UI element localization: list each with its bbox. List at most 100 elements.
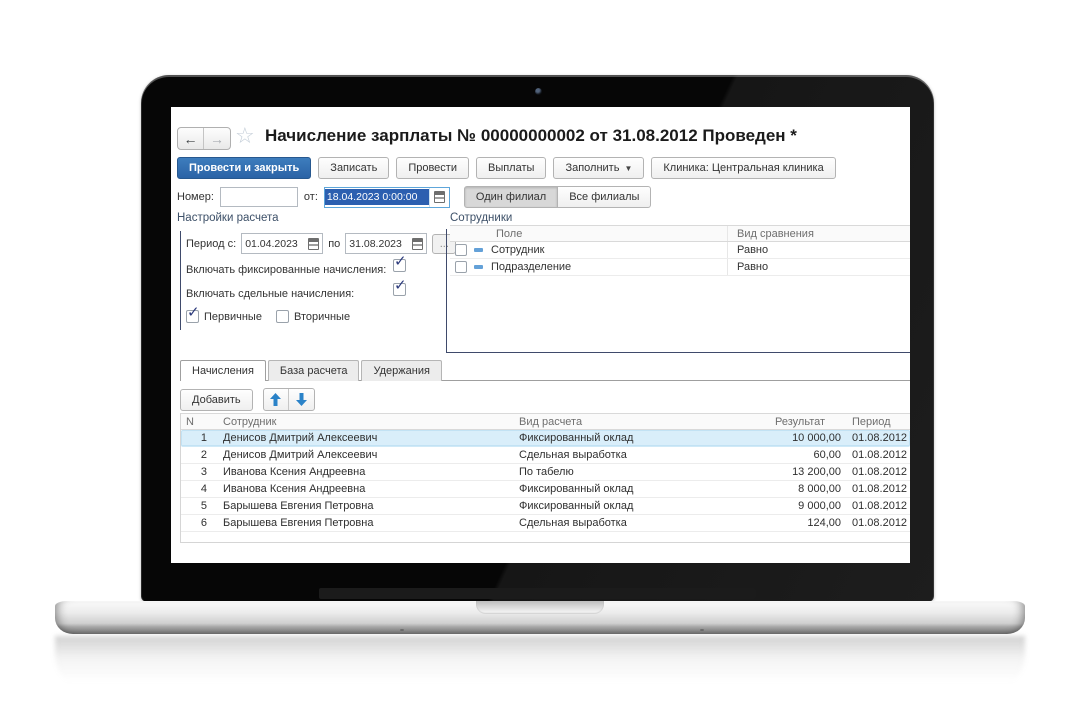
employees-table: Поле Вид сравнения Сотрудник Равно Подр [450,225,910,276]
employees-row[interactable]: Подразделение Равно [450,259,910,276]
cell-result: 9 000,00 [767,498,846,514]
date-input[interactable]: 18.04.2023 0:00:00 [324,187,450,208]
accruals-table-header: N Сотрудник Вид расчета Результат Период [181,413,910,430]
employees-section-title: Сотрудники [450,212,512,224]
cell-period: 01.08.2012 [846,498,910,514]
cell-calc-type: Фиксированный оклад [511,481,767,497]
branch-toggle: Один филиал Все филиалы [464,186,652,208]
laptop-lid: ← → ☆ Начисление зарплаты № 00000000002 … [141,75,934,602]
back-icon[interactable]: ← [178,128,204,149]
primary-label: Первичные [204,311,262,323]
calendar-icon [308,238,319,250]
table-row[interactable]: 3 Иванова Ксения Андреевна По табелю 13 … [181,464,910,481]
check-icon: ✓ [187,305,200,320]
field-name: Сотрудник [491,242,544,258]
table-row[interactable]: 5 Барышева Евгения Петровна Фиксированны… [181,498,910,515]
post-and-close-button[interactable]: Провести и закрыть [177,157,311,179]
post-button[interactable]: Провести [396,157,469,179]
period-to-input[interactable]: 31.08.2023 [345,233,427,254]
cell-calc-type: По табелю [511,464,767,480]
reorder-buttons [263,388,315,411]
cell-calc-type: Сдельная выработка [511,515,767,531]
period-row: Период с: 01.04.2023 по 31.08.2023 ... [186,233,456,254]
period-to-value: 31.08.2023 [346,236,409,252]
row-checkbox[interactable] [455,244,467,256]
tab-accruals[interactable]: Начисления [180,360,266,381]
cell-n: 3 [181,464,212,480]
fill-dropdown-button[interactable]: Заполнить ▼ [553,157,644,179]
primary-checkbox[interactable]: ✓ [186,310,199,323]
include-fixed-checkbox[interactable]: ✓ [393,259,406,272]
all-branches-button[interactable]: Все филиалы [557,186,651,208]
cell-employee: Барышева Евгения Петровна [212,515,511,531]
date-value-selected: 18.04.2023 0:00:00 [325,189,429,205]
employees-table-header: Поле Вид сравнения [450,225,910,242]
secondary-checkbox[interactable] [276,310,289,323]
cell-period: 01.08.2012 [846,447,910,463]
cell-n: 6 [181,515,212,531]
include-piecework-label: Включать сдельные начисления: [186,288,354,300]
favorite-star-icon[interactable]: ☆ [235,123,255,149]
period-from-label: Период с: [186,238,236,250]
cell-employee: Иванова Ксения Андреевна [212,464,511,480]
check-icon: ✓ [394,254,407,269]
period-to-calendar-button[interactable] [409,234,426,253]
column-header-n: N [181,414,212,429]
tab-deductions[interactable]: Удержания [361,360,441,381]
cell-result: 124,00 [767,515,846,531]
command-bar: Провести и закрыть Записать Провести Вып… [177,157,836,179]
number-row: Номер: от: 18.04.2023 0:00:00 Один филиа… [177,186,651,208]
comparison-value: Равно [727,242,910,258]
cell-period: 01.08.2012 [846,515,910,531]
tab-calc-base[interactable]: База расчета [268,360,360,381]
payments-button[interactable]: Выплаты [476,157,546,179]
fill-label: Заполнить [565,162,619,174]
cell-employee: Барышева Евгения Петровна [212,498,511,514]
employees-group-bottom-border [446,352,910,353]
check-icon: ✓ [394,278,407,293]
arrow-down-icon [296,393,307,406]
page-title: Начисление зарплаты № 00000000002 от 31.… [265,126,797,146]
calendar-picker-button[interactable] [429,188,449,207]
period-from-calendar-button[interactable] [305,234,322,253]
laptop-reflection [55,636,1025,694]
primary-secondary-row: ✓ Первичные Вторичные [186,306,350,327]
cell-period: 01.08.2012 [846,464,910,480]
table-row[interactable]: 6 Барышева Евгения Петровна Сдельная выр… [181,515,910,532]
move-down-button[interactable] [289,389,314,410]
cell-result: 10 000,00 [767,430,846,446]
cell-result: 60,00 [767,447,846,463]
nav-buttons: ← → [177,127,231,150]
column-header-calc-type: Вид расчета [511,414,767,429]
save-button[interactable]: Записать [318,157,389,179]
number-label: Номер: [177,191,214,203]
period-from-input[interactable]: 01.04.2023 [241,233,323,254]
employees-group-line [446,229,447,352]
number-input[interactable] [220,187,298,207]
calendar-icon [412,238,423,250]
employees-row[interactable]: Сотрудник Равно [450,242,910,259]
include-piecework-checkbox[interactable]: ✓ [393,283,406,296]
cell-calc-type: Сдельная выработка [511,447,767,463]
cell-employee: Денисов Дмитрий Алексеевич [212,447,511,463]
table-row-selected[interactable]: 1 Денисов Дмитрий Алексеевич Фиксированн… [181,430,910,447]
forward-icon[interactable]: → [204,128,230,149]
include-fixed-label: Включать фиксированные начисления: [186,264,386,276]
add-button[interactable]: Добавить [180,389,253,411]
settings-group-line [180,231,181,330]
clinic-button[interactable]: Клиника: Центральная клиника [651,157,835,179]
laptop-foot [400,629,404,631]
column-header-field: Поле [473,226,727,241]
table-row[interactable]: 2 Денисов Дмитрий Алексеевич Сдельная вы… [181,447,910,464]
cell-employee: Денисов Дмитрий Алексеевич [212,430,511,446]
field-name: Подразделение [491,259,571,275]
row-checkbox[interactable] [455,261,467,273]
include-piecework-row: Включать сдельные начисления: [186,283,446,304]
table-row[interactable]: 4 Иванова Ксения Андреевна Фиксированный… [181,481,910,498]
column-header-result: Результат [767,414,846,429]
cell-period: 01.08.2012 [846,481,910,497]
one-branch-button[interactable]: Один филиал [464,186,558,208]
settings-section-title: Настройки расчета [177,212,279,224]
laptop-foot [700,629,704,631]
move-up-button[interactable] [264,389,289,410]
